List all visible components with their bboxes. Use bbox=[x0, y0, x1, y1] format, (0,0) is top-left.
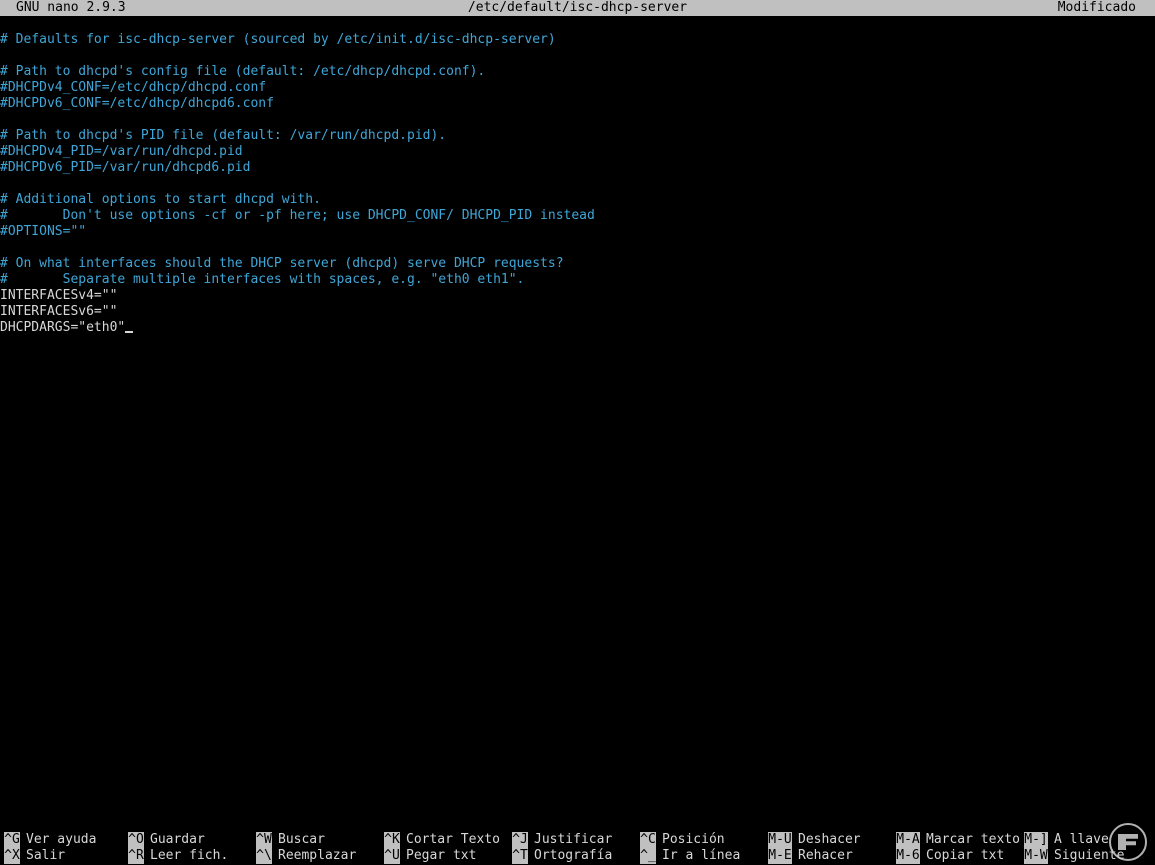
shortcut-key: M-U bbox=[768, 832, 792, 848]
text-cursor bbox=[125, 331, 134, 333]
shortcut-item[interactable]: M-E Rehacer bbox=[768, 848, 853, 864]
editor-line[interactable]: # Path to dhcpd's config file (default: … bbox=[0, 64, 1155, 80]
editor-line[interactable]: #DHCPDv6_PID=/var/run/dhcpd6.pid bbox=[0, 160, 1155, 176]
shortcut-item[interactable]: ^W Buscar bbox=[256, 832, 325, 848]
editor-line[interactable] bbox=[0, 240, 1155, 256]
shortcut-bar: ^G Ver ayuda ^X Salir ^O Guardar ^R Leer fich. ^… bbox=[0, 832, 1155, 864]
editor-line-text: # Separate multiple interfaces with spac… bbox=[0, 272, 525, 287]
editor-line[interactable]: #OPTIONS="" bbox=[0, 224, 1155, 240]
shortcut-item[interactable]: ^G Ver ayuda bbox=[4, 832, 96, 848]
shortcut-item[interactable]: M-W Siguiente bbox=[1024, 848, 1124, 864]
editor-line-text: #DHCPDv6_CONF=/etc/dhcp/dhcpd6.conf bbox=[0, 96, 274, 111]
shortcut-key: M-] bbox=[1024, 832, 1048, 848]
editor-line-text: # Don't use options -cf or -pf here; use… bbox=[0, 208, 595, 223]
shortcut-label: Guardar bbox=[150, 832, 205, 847]
editor-line[interactable]: INTERFACESv6="" bbox=[0, 304, 1155, 320]
shortcut-key: ^R bbox=[128, 848, 144, 864]
shortcut-item[interactable]: ^\ Reemplazar bbox=[256, 848, 356, 864]
shortcut-item[interactable]: M-A Marcar texto bbox=[896, 832, 1020, 848]
shortcut-key: ^C bbox=[640, 832, 656, 848]
editor-line[interactable]: # Defaults for isc-dhcp-server (sourced … bbox=[0, 32, 1155, 48]
editor-line-text: # On what interfaces should the DHCP ser… bbox=[0, 256, 564, 271]
shortcut-label: Cortar Texto bbox=[406, 832, 500, 847]
editor-line-text: # Additional options to start dhcpd with… bbox=[0, 192, 321, 207]
editor-buffer[interactable]: # Defaults for isc-dhcp-server (sourced … bbox=[0, 32, 1155, 336]
modified-status: Modificado bbox=[1057, 0, 1136, 15]
editor-line-text: DHCPDARGS="eth0" bbox=[0, 320, 126, 335]
shortcut-key: ^T bbox=[512, 848, 528, 864]
editor-line-text: # Defaults for isc-dhcp-server (sourced … bbox=[0, 32, 556, 47]
shortcut-item[interactable]: ^O Guardar bbox=[128, 832, 205, 848]
editor-line[interactable]: DHCPDARGS="eth0" bbox=[0, 320, 1155, 336]
editor-line[interactable] bbox=[0, 48, 1155, 64]
editor-line-text: # Path to dhcpd's config file (default: … bbox=[0, 64, 486, 79]
shortcut-key: ^J bbox=[512, 832, 528, 848]
shortcut-item[interactable]: ^K Cortar Texto bbox=[384, 832, 500, 848]
file-path: /etc/default/isc-dhcp-server bbox=[467, 0, 688, 15]
shortcut-label: Posición bbox=[662, 832, 725, 847]
editor-line-text: # Path to dhcpd's PID file (default: /va… bbox=[0, 128, 447, 143]
shortcut-label: Justificar bbox=[534, 832, 613, 847]
shortcut-key: M-E bbox=[768, 848, 792, 864]
editor-line-text: #DHCPDv4_PID=/var/run/dhcpd.pid bbox=[0, 144, 243, 159]
shortcut-item[interactable]: ^J Justificar bbox=[512, 832, 612, 848]
shortcut-label: Copiar txt bbox=[926, 848, 1005, 863]
editor-line[interactable]: #DHCPDv4_PID=/var/run/dhcpd.pid bbox=[0, 144, 1155, 160]
editor-line[interactable]: #DHCPDv6_CONF=/etc/dhcp/dhcpd6.conf bbox=[0, 96, 1155, 112]
editor-line[interactable]: INTERFACESv4="" bbox=[0, 288, 1155, 304]
shortcut-label: Pegar txt bbox=[406, 848, 477, 863]
shortcut-key: ^K bbox=[384, 832, 400, 848]
app-name: GNU nano 2.9.3 bbox=[16, 0, 126, 15]
editor-line[interactable]: # Don't use options -cf or -pf here; use… bbox=[0, 208, 1155, 224]
shortcut-label: A llave bbox=[1054, 832, 1109, 847]
shortcut-label: Reemplazar bbox=[278, 848, 357, 863]
editor-line[interactable] bbox=[0, 112, 1155, 128]
shortcut-item[interactable]: M-6 Copiar txt bbox=[896, 848, 1004, 864]
shortcut-key: ^\ bbox=[256, 848, 272, 864]
site-logo-icon bbox=[1109, 823, 1147, 861]
shortcut-key: ^G bbox=[4, 832, 20, 848]
shortcut-item[interactable]: M-U Deshacer bbox=[768, 832, 861, 848]
shortcut-key: ^_ bbox=[640, 848, 656, 864]
shortcut-key: ^W bbox=[256, 832, 272, 848]
shortcut-key: M-W bbox=[1024, 848, 1048, 864]
shortcut-label: Ir a línea bbox=[662, 848, 741, 863]
editor-line[interactable]: # On what interfaces should the DHCP ser… bbox=[0, 256, 1155, 272]
shortcut-key: M-A bbox=[896, 832, 920, 848]
editor-line-text: #DHCPDv4_CONF=/etc/dhcp/dhcpd.conf bbox=[0, 80, 267, 95]
shortcut-label: Leer fich. bbox=[150, 848, 229, 863]
shortcut-label: Marcar texto bbox=[926, 832, 1020, 847]
shortcut-item[interactable]: ^X Salir bbox=[4, 848, 65, 864]
shortcut-item[interactable]: ^R Leer fich. bbox=[128, 848, 228, 864]
shortcut-label: Buscar bbox=[278, 832, 325, 847]
shortcut-key: ^U bbox=[384, 848, 400, 864]
shortcut-item[interactable]: ^U Pegar txt bbox=[384, 848, 476, 864]
editor-line-text: #DHCPDv6_PID=/var/run/dhcpd6.pid bbox=[0, 160, 251, 175]
editor-line-text: #OPTIONS="" bbox=[0, 224, 87, 239]
shortcut-label: Ortografía bbox=[534, 848, 613, 863]
shortcut-item[interactable]: M-] A llave bbox=[1024, 832, 1109, 848]
editor-line[interactable] bbox=[0, 176, 1155, 192]
shortcut-item[interactable]: ^_ Ir a línea bbox=[640, 848, 740, 864]
shortcut-label: Salir bbox=[26, 848, 66, 863]
editor-line-text: INTERFACESv4="" bbox=[0, 288, 118, 303]
editor-line[interactable]: # Path to dhcpd's PID file (default: /va… bbox=[0, 128, 1155, 144]
shortcut-item[interactable]: ^T Ortografía bbox=[512, 848, 612, 864]
shortcut-item[interactable]: ^C Posición bbox=[640, 832, 725, 848]
editor-line[interactable]: # Separate multiple interfaces with spac… bbox=[0, 272, 1155, 288]
shortcut-key: ^O bbox=[128, 832, 144, 848]
editor-line[interactable]: # Additional options to start dhcpd with… bbox=[0, 192, 1155, 208]
editor-line-text: INTERFACESv6="" bbox=[0, 304, 118, 319]
shortcut-label: Deshacer bbox=[798, 832, 861, 847]
editor-line[interactable]: #DHCPDv4_CONF=/etc/dhcp/dhcpd.conf bbox=[0, 80, 1155, 96]
shortcut-key: ^X bbox=[4, 848, 20, 864]
shortcut-key: M-6 bbox=[896, 848, 920, 864]
shortcut-label: Ver ayuda bbox=[26, 832, 97, 847]
shortcut-label: Rehacer bbox=[798, 848, 853, 863]
title-bar: /etc/default/isc-dhcp-server GNU nano 2.… bbox=[0, 0, 1155, 16]
